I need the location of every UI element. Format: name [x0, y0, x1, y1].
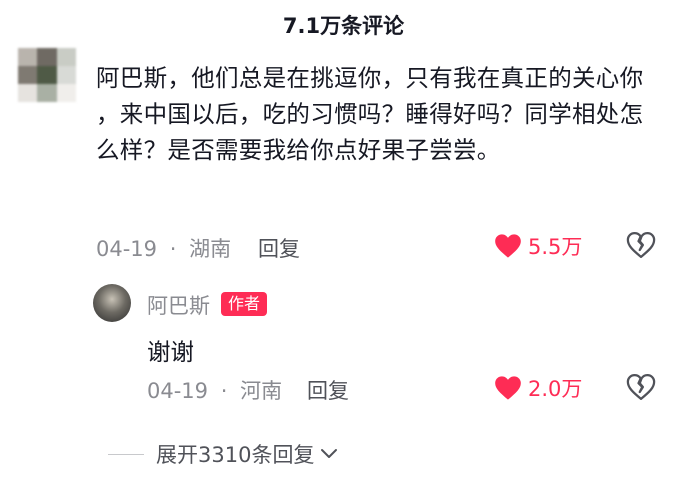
comment-meta: 04-19 · 湖南 — [96, 233, 231, 263]
comment-count-title: 7.1万条评论 — [282, 14, 405, 38]
reply-avatar[interactable] — [93, 284, 131, 322]
heart-icon — [495, 376, 521, 400]
reply-like-button[interactable]: 2.0万 — [494, 373, 582, 403]
author-badge: 作者 — [221, 292, 268, 316]
like-button[interactable]: 5.5万 — [494, 231, 582, 261]
dislike-button[interactable] — [626, 231, 656, 263]
reply-dislike-button[interactable] — [626, 373, 656, 405]
like-count: 5.5万 — [528, 235, 583, 259]
reply-text: 谢谢 — [147, 338, 194, 366]
avatar[interactable] — [18, 48, 76, 102]
meta-separator: · — [220, 379, 228, 403]
meta-separator: · — [169, 237, 177, 261]
heart-icon — [495, 234, 521, 258]
reply-username[interactable]: 阿巴斯 — [147, 290, 210, 320]
reply-date: 04-19 — [147, 379, 209, 403]
divider-line — [108, 453, 144, 455]
comment-location: 湖南 — [189, 237, 232, 261]
comment-text: 阿巴斯，他们总是在挑逗你，只有我在真正的关心你 ，来中国以后，吃的习惯吗？睡得好… — [96, 64, 644, 164]
broken-heart-icon — [626, 232, 656, 258]
expand-replies-label: 展开3310条回复 — [156, 443, 315, 467]
reply-reply-button[interactable]: 回复 — [307, 375, 349, 405]
reply-meta: 04-19 · 河南 — [147, 375, 282, 405]
chevron-down-icon — [321, 449, 338, 458]
reply-button[interactable]: 回复 — [258, 233, 300, 263]
broken-heart-icon — [626, 374, 656, 400]
expand-replies-button[interactable]: 展开3310条回复 — [108, 439, 338, 469]
reply-like-count: 2.0万 — [528, 377, 583, 401]
comment-date: 04-19 — [96, 237, 158, 261]
reply-location: 河南 — [240, 379, 283, 403]
